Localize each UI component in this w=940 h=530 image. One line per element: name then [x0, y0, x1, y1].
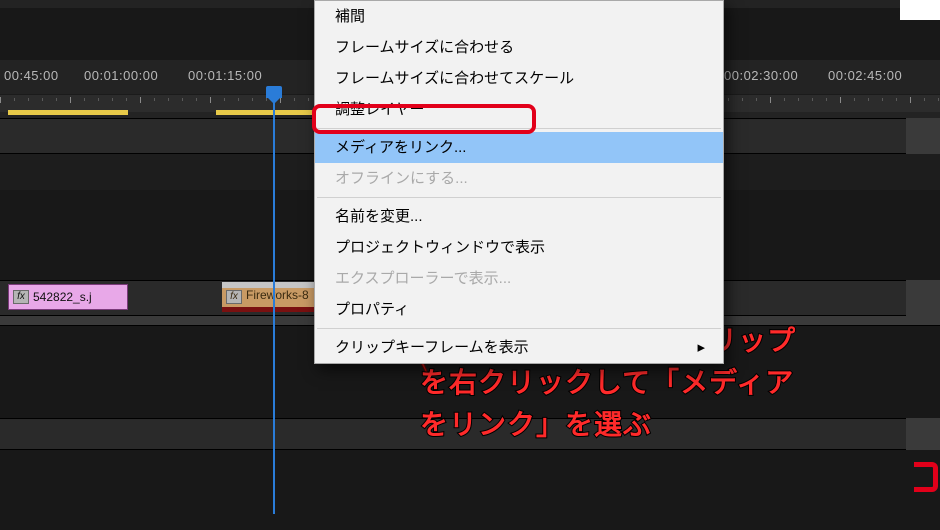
menu-separator	[317, 128, 721, 129]
clip-label: Fireworks-8	[246, 288, 309, 302]
chevron-right-icon: ▸	[697, 337, 705, 358]
menu-item[interactable]: 補間	[315, 1, 723, 32]
timecode-label: 00:45:00	[4, 68, 59, 83]
clip-item[interactable]: fx 542822_s.j	[8, 284, 128, 310]
track-row[interactable]	[0, 418, 940, 450]
menu-item-link-media[interactable]: メディアをリンク...	[315, 132, 723, 163]
menu-item[interactable]: フレームサイズに合わせてスケール	[315, 63, 723, 94]
menu-item[interactable]: 名前を変更...	[315, 201, 723, 232]
clip-label: 542822_s.j	[33, 290, 92, 304]
track-pad	[906, 280, 940, 316]
menu-item: オフラインにする...	[315, 163, 723, 194]
timecode-label: 00:01:15:00	[188, 68, 262, 83]
annotation-corner-icon	[914, 462, 938, 492]
menu-item[interactable]: クリップキーフレームを表示 ▸	[315, 332, 723, 363]
track-pad	[906, 118, 940, 154]
menu-item[interactable]: 調整レイヤー	[315, 94, 723, 125]
white-corner	[900, 0, 940, 20]
track-pad	[906, 418, 940, 450]
fx-badge-icon: fx	[13, 290, 29, 304]
context-menu[interactable]: 補間フレームサイズに合わせるフレームサイズに合わせてスケール調整レイヤーメディア…	[314, 0, 724, 364]
menu-item[interactable]: プロパティ	[315, 294, 723, 325]
menu-item[interactable]: フレームサイズに合わせる	[315, 32, 723, 63]
menu-item: エクスプローラーで表示...	[315, 263, 723, 294]
fx-badge-icon: fx	[226, 290, 242, 304]
menu-separator	[317, 328, 721, 329]
timecode-label: 00:01:00:00	[84, 68, 158, 83]
work-area-bar[interactable]	[8, 110, 128, 115]
menu-separator	[317, 197, 721, 198]
timecode-label: 00:02:30:00	[724, 68, 798, 83]
annotation-line: を右クリックして「メディア	[420, 362, 930, 404]
menu-item[interactable]: プロジェクトウィンドウで表示	[315, 232, 723, 263]
timecode-label: 00:02:45:00	[828, 68, 902, 83]
playhead-line[interactable]	[273, 94, 275, 514]
playhead-icon[interactable]	[266, 96, 282, 104]
